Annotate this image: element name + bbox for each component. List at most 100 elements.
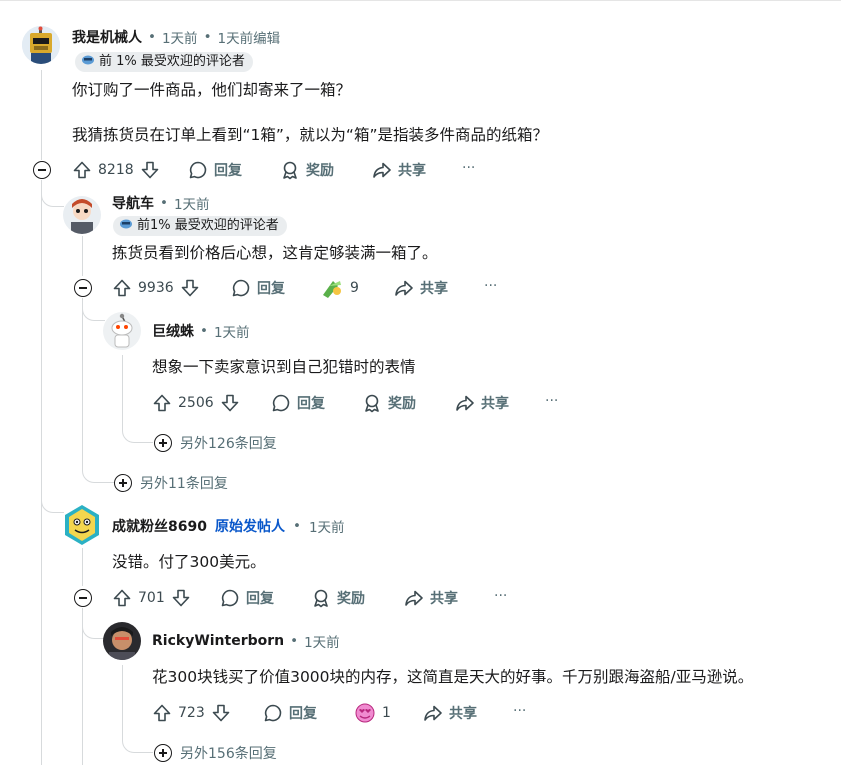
vote-controls: 723 — [152, 701, 231, 725]
downvote-icon[interactable] — [220, 393, 240, 413]
thread-line — [122, 355, 123, 425]
avatar[interactable] — [22, 26, 60, 64]
award-label: 奖励 — [337, 591, 365, 607]
upvote-icon[interactable] — [112, 278, 132, 298]
reply-label: 回复 — [257, 281, 285, 297]
share-label: 共享 — [481, 396, 509, 412]
username[interactable]: 巨绒蛛 — [152, 321, 194, 341]
more-replies-link[interactable]: 另外126条回复 — [154, 433, 277, 453]
more-options-button[interactable]: ··· — [513, 703, 526, 719]
share-icon — [404, 588, 424, 608]
timestamp[interactable]: 1天前 — [309, 516, 345, 536]
award-label: 奖励 — [388, 396, 416, 412]
award-emoji-icon — [323, 281, 341, 298]
share-label: 共享 — [420, 281, 448, 297]
thread-branch — [122, 420, 153, 443]
comment-body: 你订购了一件商品，他们却寄来了一箱？ — [72, 81, 352, 99]
timestamp[interactable]: 1天前 — [162, 27, 198, 47]
thread-line — [41, 180, 42, 765]
share-icon — [372, 160, 392, 180]
award-label: 奖励 — [306, 163, 334, 179]
downvote-icon[interactable] — [180, 278, 200, 298]
timestamp[interactable]: 1天前 — [304, 631, 340, 651]
username[interactable]: RickyWinterborn — [152, 633, 284, 649]
vote-controls: 8218 — [72, 158, 160, 182]
comment-icon — [263, 703, 283, 723]
share-button[interactable]: 共享 — [455, 391, 509, 415]
more-replies-label: 另外126条回复 — [180, 436, 277, 452]
thread-line — [82, 236, 83, 276]
vote-count: 8218 — [98, 162, 134, 178]
share-label: 共享 — [398, 163, 426, 179]
thread-branch — [82, 608, 105, 639]
reply-button[interactable]: 回复 — [263, 701, 317, 725]
upvote-icon[interactable] — [152, 703, 172, 723]
collapse-icon[interactable] — [74, 589, 92, 607]
timestamp[interactable]: 1天前 — [174, 193, 210, 213]
award-button[interactable]: 奖励 — [362, 391, 416, 415]
username[interactable]: 我是机械人 — [72, 27, 142, 47]
downvote-icon[interactable] — [140, 160, 160, 180]
vote-count: 723 — [178, 705, 205, 721]
more-options-button[interactable]: ··· — [545, 393, 558, 409]
award-icon — [280, 160, 300, 180]
reply-label: 回复 — [297, 396, 325, 412]
thread-branch — [41, 180, 64, 207]
separator: • — [160, 195, 168, 211]
vote-controls: 9936 — [112, 276, 200, 300]
share-button[interactable]: 共享 — [404, 586, 458, 610]
avatar[interactable] — [63, 196, 101, 234]
more-replies-link[interactable]: 另外11条回复 — [114, 473, 228, 493]
comment-body: 没错。付了300美元。 — [112, 553, 266, 571]
share-button[interactable]: 共享 — [372, 158, 426, 182]
thread-line — [82, 548, 83, 586]
upvote-icon[interactable] — [72, 160, 92, 180]
reply-button[interactable]: 回复 — [271, 391, 325, 415]
downvote-icon[interactable] — [211, 703, 231, 723]
award-button[interactable]: 9 — [320, 276, 359, 300]
flair-text: 前1% 最受欢迎的评论者 — [137, 218, 279, 233]
share-icon — [423, 703, 443, 723]
username[interactable]: 成就粉丝8690 — [112, 516, 207, 536]
more-replies-label: 另外156条回复 — [180, 746, 277, 762]
flair-text: 前 1% 最受欢迎的评论者 — [99, 54, 245, 69]
timestamp[interactable]: 1天前 — [214, 321, 250, 341]
collapse-icon[interactable] — [33, 161, 51, 179]
more-replies-link[interactable]: 另外156条回复 — [154, 743, 277, 763]
flair-icon — [81, 52, 95, 73]
share-button[interactable]: 共享 — [394, 276, 448, 300]
avatar[interactable] — [103, 622, 141, 660]
downvote-icon[interactable] — [171, 588, 191, 608]
collapse-icon[interactable] — [74, 279, 92, 297]
user-flair: 前1% 最受欢迎的评论者 — [113, 216, 287, 236]
more-options-button[interactable]: ··· — [484, 278, 497, 294]
share-button[interactable]: 共享 — [423, 701, 477, 725]
upvote-icon[interactable] — [112, 588, 132, 608]
upvote-icon[interactable] — [152, 393, 172, 413]
separator: • — [203, 29, 212, 45]
expand-icon — [114, 474, 132, 492]
username[interactable]: 导航车 — [112, 193, 154, 213]
expand-icon — [154, 744, 172, 762]
avatar[interactable] — [103, 312, 141, 350]
comment-header: 成就粉丝8690 原始发帖人 • 1天前 — [112, 516, 345, 536]
separator: • — [200, 323, 208, 339]
avatar[interactable] — [63, 504, 101, 546]
reply-button[interactable]: 回复 — [220, 586, 274, 610]
award-button[interactable]: 奖励 — [280, 158, 334, 182]
thread-branch — [41, 480, 64, 513]
award-count: 9 — [350, 280, 359, 296]
share-label: 共享 — [449, 706, 477, 722]
op-badge: 原始发帖人 — [214, 519, 285, 535]
reply-button[interactable]: 回复 — [188, 158, 242, 182]
share-label: 共享 — [430, 591, 458, 607]
more-options-button[interactable]: ··· — [494, 588, 507, 604]
award-button[interactable]: 1 — [354, 701, 391, 725]
flair-icon — [119, 216, 133, 237]
award-button[interactable]: 奖励 — [311, 586, 365, 610]
comment-body: 花300块钱买了价值3000块的内存，这简直是天大的好事。千万别跟海盗船/亚马逊… — [152, 668, 754, 686]
more-options-button[interactable]: ··· — [462, 160, 475, 176]
vote-count: 701 — [138, 590, 165, 606]
reply-button[interactable]: 回复 — [231, 276, 285, 300]
separator: • — [148, 29, 156, 45]
